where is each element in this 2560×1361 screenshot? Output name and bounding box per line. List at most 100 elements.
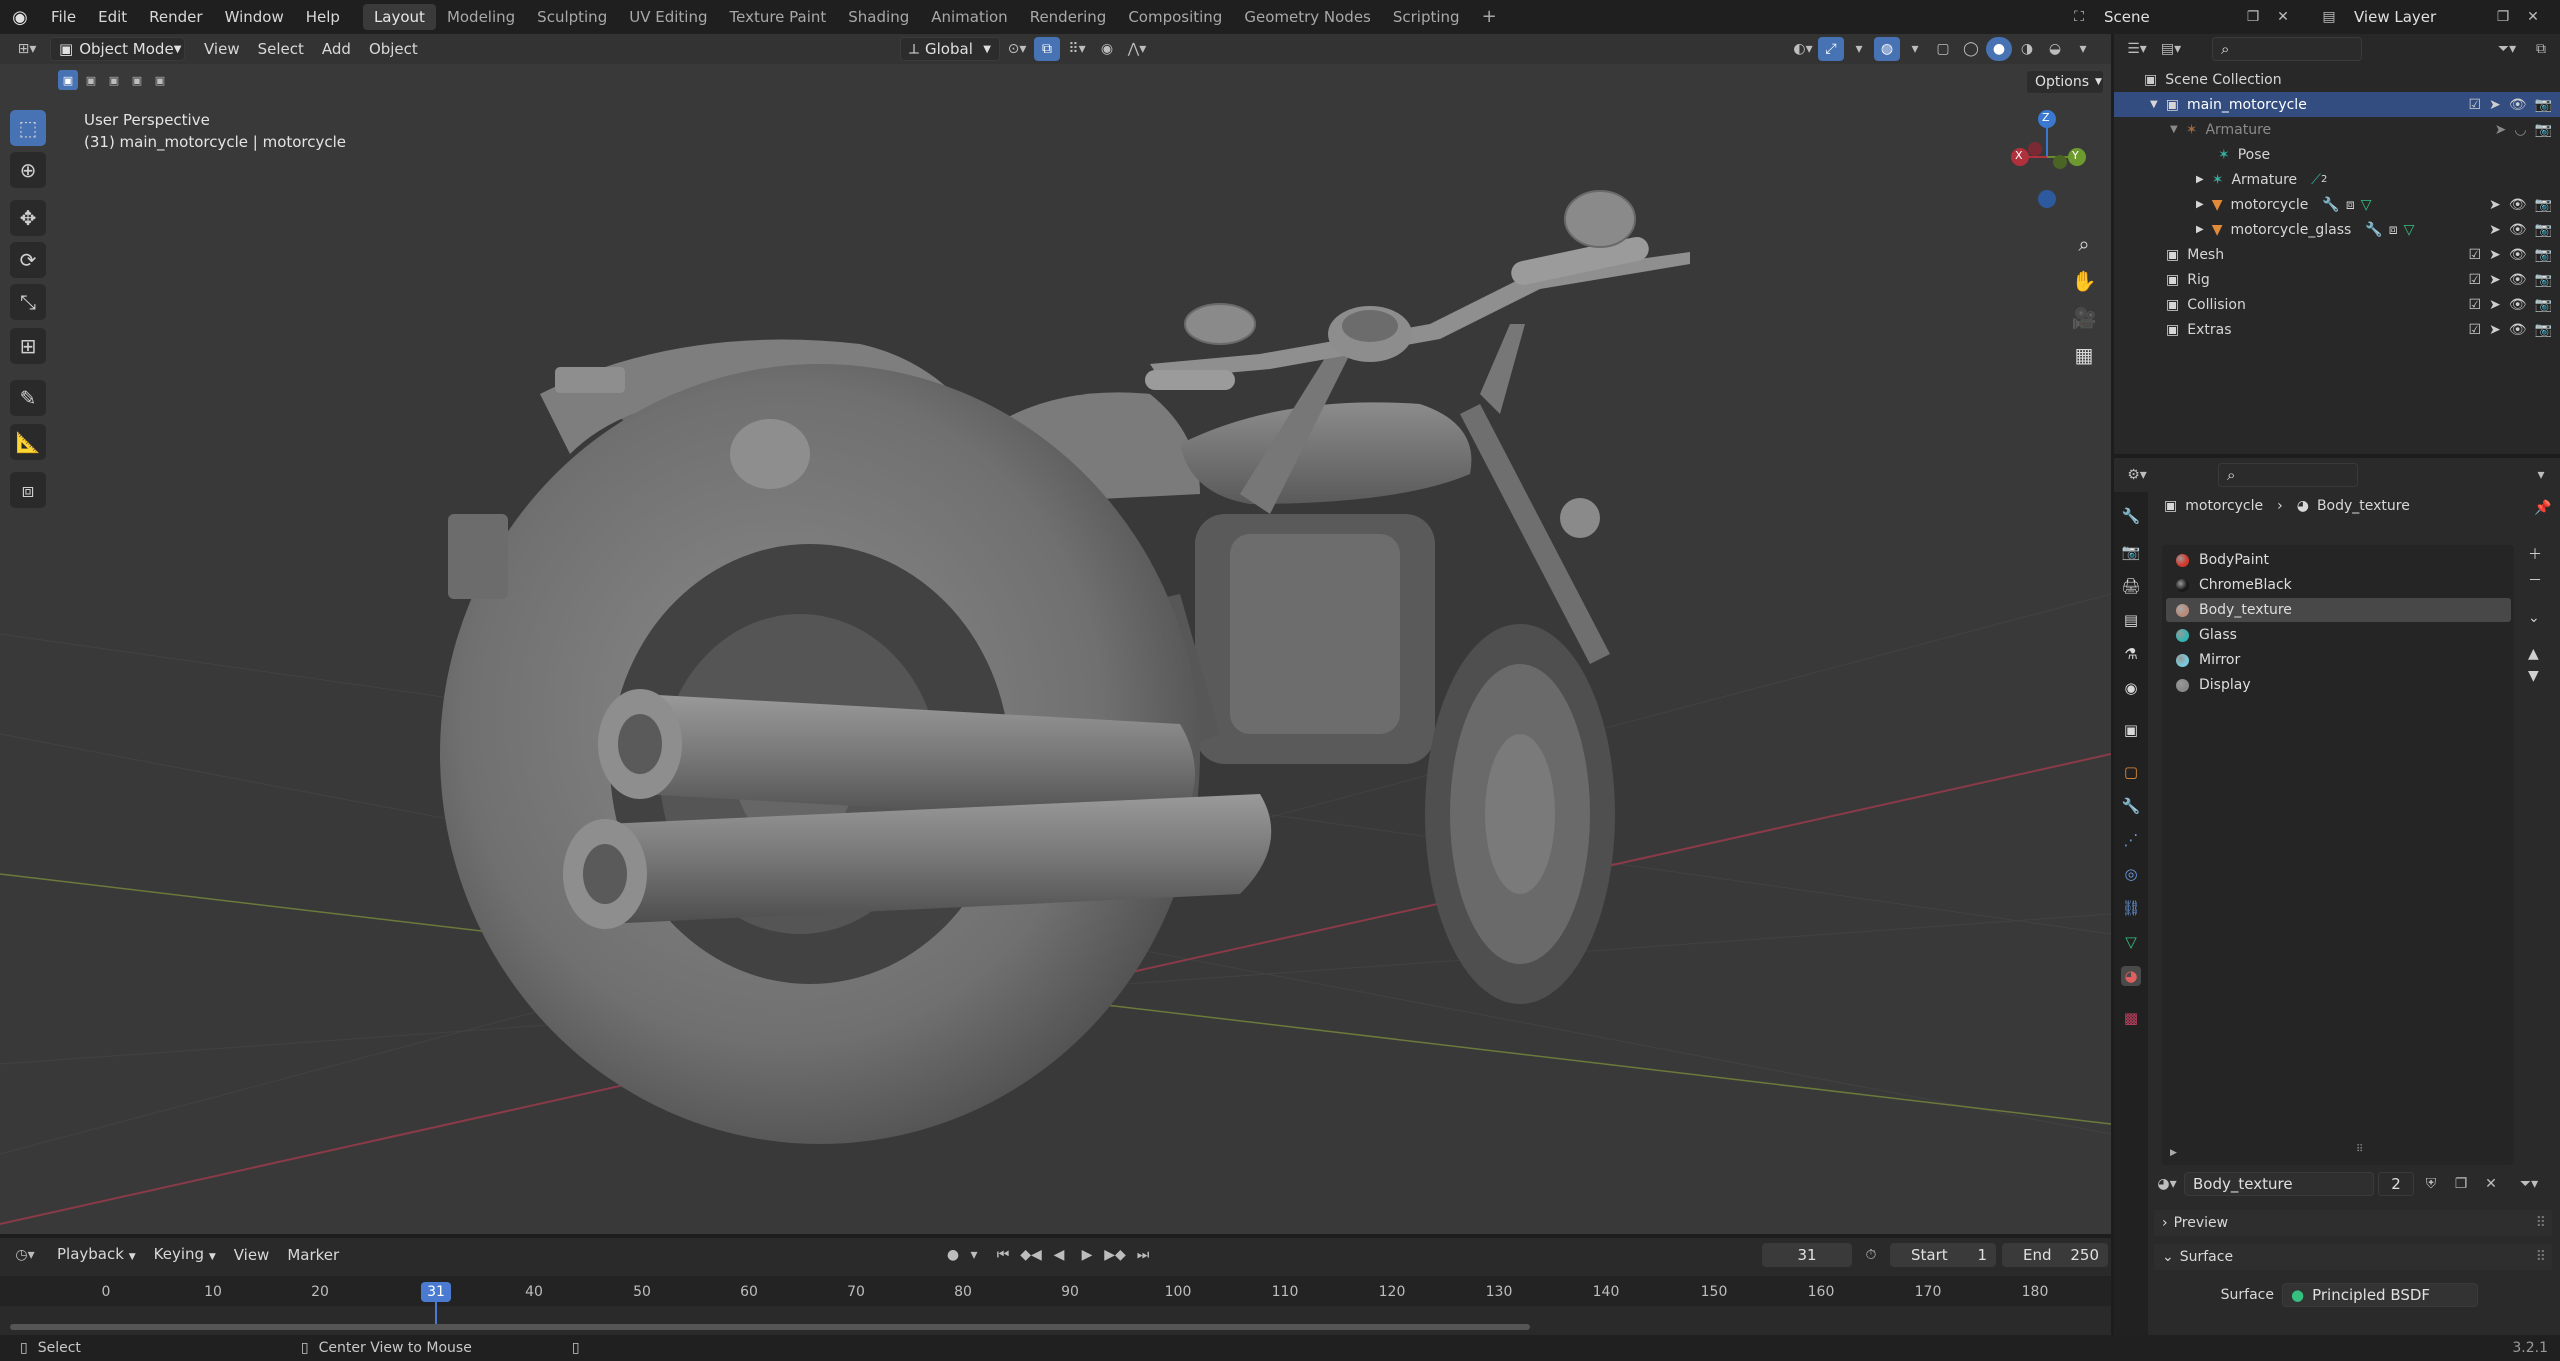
eye-icon[interactable]: 👁 [2509,272,2527,288]
menu-edit[interactable]: Edit [87,0,138,34]
eye-icon[interactable]: 👁 [2509,297,2527,313]
material-slot[interactable]: ChromeBlack [2166,573,2511,597]
timeline-view-menu[interactable]: View [225,1240,279,1270]
selectable-icon[interactable]: ➤ [2489,322,2501,338]
surface-panel-header[interactable]: ⌄ Surface ⠿ [2154,1244,2552,1270]
record-icon[interactable]: ● [940,1243,966,1267]
drag-handle-icon[interactable]: ⠿ [2536,1215,2546,1231]
select-new-icon[interactable]: ▣ [58,70,78,90]
render-camera-icon[interactable]: 📷 [2535,272,2552,288]
eye-closed-icon[interactable]: ◡ [2514,122,2526,138]
selectable-icon[interactable]: ➤ [2489,97,2501,113]
falloff-icon[interactable]: ⋀▾ [1124,37,1150,61]
outliner-search-input[interactable]: ⌕ [2212,37,2362,61]
timeline-editor-icon[interactable]: ◷▾ [12,1243,38,1267]
start-frame-field[interactable]: Start 1 [1890,1243,1996,1267]
tab-uv-editing[interactable]: UV Editing [618,4,718,30]
drag-handle-icon[interactable]: ⠿ [2536,1249,2546,1265]
exclude-checkbox[interactable]: ☑ [2468,272,2481,288]
select-invert-icon[interactable]: ▣ [127,70,147,90]
overlay-toggle-icon[interactable]: ◍ [1874,37,1900,61]
gizmo-toggle-icon[interactable]: ⤢ [1818,37,1844,61]
material-tab-icon[interactable]: ◕ [2121,966,2141,986]
options-button[interactable]: Options ▼ [2026,70,2104,94]
jump-end-icon[interactable]: ⏭ [1130,1243,1156,1267]
menu-file[interactable]: File [40,0,87,34]
menu-object[interactable]: Object [360,34,427,64]
modifier-tab-icon[interactable]: 🔧 [2121,796,2141,816]
gizmo-menu-icon[interactable]: ▾ [1846,37,1872,61]
user-count[interactable]: 2 [2378,1172,2414,1196]
render-camera-icon[interactable]: 📷 [2535,122,2552,138]
tab-animation[interactable]: Animation [920,4,1018,30]
display-mode-icon[interactable]: ▤▾ [2158,37,2184,61]
render-camera-icon[interactable]: 📷 [2535,97,2552,113]
pivot-icon[interactable]: ⊙▾ [1004,37,1030,61]
overlay-menu-icon[interactable]: ▾ [1902,37,1928,61]
output-tab-icon[interactable]: 🖨 [2121,576,2141,596]
material-slot[interactable]: Display [2166,673,2511,697]
pan-control[interactable]: ✋ [2067,264,2101,298]
eye-icon[interactable]: 👁 [2509,322,2527,338]
exclude-checkbox[interactable]: ☑ [2468,247,2481,263]
properties-search-input[interactable]: ⌕ [2218,463,2358,487]
expand-arrow-icon[interactable]: ▶ [2170,1148,2177,1158]
outliner-item-main-motorcycle[interactable]: ▼ ▣ main_motorcycle ☑ ➤ 👁 📷 [2114,92,2560,117]
editor-type-icon[interactable]: ⊞▾ [14,37,40,61]
exclude-checkbox[interactable]: ☑ [2468,297,2481,313]
render-camera-icon[interactable]: 📷 [2535,197,2552,213]
properties-editor-icon[interactable]: ⚙▾ [2124,463,2150,487]
prev-keyframe-icon[interactable]: ◆◀ [1018,1243,1044,1267]
eye-icon[interactable]: 👁 [2509,247,2527,263]
delete-view-layer-icon[interactable]: ✕ [2520,5,2546,29]
fake-user-shield-icon[interactable]: ⛨ [2418,1172,2444,1196]
wireframe-shading-icon[interactable]: ◯ [1958,37,1984,61]
solid-shading-icon[interactable]: ● [1986,37,2012,61]
texture-tab-icon[interactable]: ▩ [2121,1008,2141,1028]
new-view-layer-icon[interactable]: ❐ [2490,5,2516,29]
material-shading-icon[interactable]: ◑ [2014,37,2040,61]
tab-sculpting[interactable]: Sculpting [526,4,618,30]
tab-texture-paint[interactable]: Texture Paint [718,4,837,30]
exclude-checkbox[interactable]: ☑ [2468,322,2481,338]
tab-compositing[interactable]: Compositing [1117,4,1233,30]
jump-start-icon[interactable]: ⏮ [990,1243,1016,1267]
selectable-icon[interactable]: ➤ [2489,297,2501,313]
constraints-tab-icon[interactable]: ⛓ [2121,898,2141,918]
add-workspace-button[interactable]: + [1471,4,1508,30]
keying-menu[interactable]: Keying ▼ [145,1239,225,1272]
selectable-icon[interactable]: ➤ [2489,222,2501,238]
stopwatch-icon[interactable]: ⏱ [1858,1243,1884,1267]
delete-scene-icon[interactable]: ✕ [2270,5,2296,29]
shading-menu-icon[interactable]: ▾ [2070,37,2096,61]
outliner-editor-icon[interactable]: ☰▾ [2124,37,2150,61]
selectable-icon[interactable]: ➤ [2489,197,2501,213]
menu-add[interactable]: Add [313,34,360,64]
new-collection-icon[interactable]: ⧉ [2528,37,2554,61]
data-tab-icon[interactable]: ▽ [2121,932,2141,952]
menu-select[interactable]: Select [249,34,313,64]
select-subtract-icon[interactable]: ▣ [104,70,124,90]
disclosure-closed-icon[interactable]: ▶ [2196,174,2204,185]
play-reverse-icon[interactable]: ◀ [1046,1243,1072,1267]
proportional-edit-icon[interactable]: ◉ [1094,37,1120,61]
outliner-item-armature-collection[interactable]: ▼ ✶ Armature ➤ ◡ 📷 [2114,117,2560,142]
surface-shader-selector[interactable]: ● Principled BSDF [2282,1283,2478,1307]
transform-tool[interactable]: ⊞ [10,328,46,364]
select-extend-icon[interactable]: ▣ [81,70,101,90]
link-options-icon[interactable]: ⏷▾ [2516,1172,2542,1196]
perspective-toggle[interactable]: ▦ [2067,338,2101,372]
disclosure-closed-icon[interactable]: ▶ [2196,224,2204,235]
material-slot[interactable]: BodyPaint [2166,548,2511,572]
add-cube-tool[interactable]: ⧈ [10,472,46,508]
blender-logo-icon[interactable]: ◉ [0,7,40,28]
tool-tab-icon[interactable]: 🔧 [2121,506,2141,526]
playhead-frame-marker[interactable]: 31 [421,1282,451,1302]
motorcycle-model[interactable] [440,190,1690,1144]
material-slot-selected[interactable]: Body_texture [2166,598,2511,622]
render-camera-icon[interactable]: 📷 [2535,222,2552,238]
orientation-selector[interactable]: ⟂ Global ▼ [900,37,1000,61]
object-tab-icon[interactable]: ▢ [2121,762,2141,782]
outliner-item-motorcycle[interactable]: ▶ ▼ motorcycle 🔧 ⧈ ▽ ➤ 👁 📷 [2114,192,2560,217]
outliner-item-rig[interactable]: ▣ Rig ☑ ➤ 👁 📷 [2114,267,2560,292]
